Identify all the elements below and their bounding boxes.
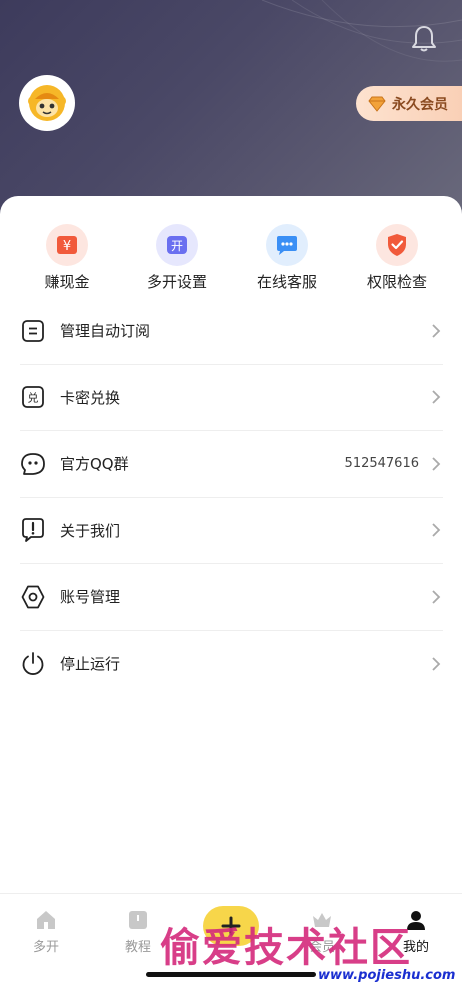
- monkey-avatar-icon: [28, 85, 66, 121]
- home-icon: [37, 911, 55, 929]
- tab-membership[interactable]: 会员: [292, 908, 352, 955]
- tab-label: 会员: [308, 940, 335, 955]
- menu-item-label: 官方QQ群: [60, 455, 129, 474]
- chevron-right-icon: [429, 324, 443, 338]
- tab-label: 教程: [124, 940, 151, 955]
- chevron-right-icon: [429, 523, 443, 537]
- tab-label: 多开: [32, 940, 59, 955]
- power-icon: [20, 651, 46, 677]
- menu-item-account-management[interactable]: 账号管理: [20, 564, 443, 631]
- menu-item-about-us[interactable]: 关于我们: [20, 498, 443, 564]
- tab-label: 我的: [402, 940, 429, 955]
- chevron-right-icon: [429, 657, 443, 671]
- svg-text:兑: 兑: [28, 391, 39, 405]
- menu-item-label: 卡密兑换: [60, 388, 121, 407]
- chat-icon: [266, 224, 308, 266]
- settings-icon: [20, 584, 46, 610]
- menu-item-auto-subscription[interactable]: 管理自动订阅: [20, 298, 443, 365]
- menu-item-stop-running[interactable]: 停止运行: [20, 631, 443, 698]
- menu-item-card-redeem[interactable]: 兑 卡密兑换: [20, 365, 443, 431]
- quick-actions: ¥ 赚现金 开 多开设置 在线客服 权限检查: [0, 224, 462, 294]
- quick-action-label: 赚现金: [44, 273, 90, 291]
- redeem-icon: 兑: [20, 384, 46, 410]
- menu-item-label: 账号管理: [60, 588, 121, 607]
- chevron-right-icon: [429, 590, 443, 604]
- add-button[interactable]: [203, 906, 259, 946]
- menu-item-label: 管理自动订阅: [60, 322, 151, 341]
- menu-item-label: 停止运行: [60, 655, 121, 674]
- svg-text:¥: ¥: [63, 239, 71, 254]
- quick-action-earn-cash[interactable]: ¥ 赚现金: [12, 224, 122, 294]
- menu-item-qq-group[interactable]: 官方QQ群 512547616: [20, 431, 443, 498]
- vip-label: 永久会员: [392, 96, 448, 113]
- chevron-right-icon: [429, 390, 443, 404]
- quick-action-multi-open[interactable]: 开 多开设置: [122, 224, 232, 294]
- chevron-right-icon: [429, 457, 443, 471]
- shield-check-icon: [376, 224, 418, 266]
- user-icon: [407, 911, 425, 930]
- yuan-icon: ¥: [46, 224, 88, 266]
- tab-multi-open[interactable]: 多开: [16, 908, 76, 955]
- open-icon: 开: [156, 224, 198, 266]
- qq-icon: [20, 451, 46, 477]
- watermark-url: www.pojieshu.com: [318, 968, 456, 983]
- quick-action-label: 多开设置: [146, 273, 207, 291]
- list-icon: [20, 318, 46, 344]
- qq-group-number: 512547616: [344, 456, 419, 472]
- crown-icon: [313, 913, 331, 927]
- info-icon: [20, 517, 46, 543]
- diamond-icon: [368, 96, 386, 112]
- settings-menu: 管理自动订阅 兑 卡密兑换 官方QQ群 512547616 关于我们 账号管理 …: [20, 298, 443, 697]
- quick-action-label: 在线客服: [256, 273, 317, 291]
- book-icon: [129, 911, 147, 929]
- vip-badge[interactable]: 永久会员: [356, 86, 462, 121]
- bottom-tab-bar: 多开 教程 会员 我的: [0, 893, 462, 1000]
- avatar[interactable]: [19, 75, 75, 131]
- tab-tutorial[interactable]: 教程: [108, 908, 168, 955]
- quick-action-permission-check[interactable]: 权限检查: [342, 224, 452, 294]
- content-sheet: ¥ 赚现金 开 多开设置 在线客服 权限检查 管理自动订阅 兑 卡密兑换 官方Q…: [0, 196, 462, 896]
- tab-mine[interactable]: 我的: [386, 908, 446, 955]
- svg-text:开: 开: [171, 239, 183, 253]
- quick-action-support[interactable]: 在线客服: [232, 224, 342, 294]
- add-icon: [221, 916, 241, 936]
- menu-item-label: 关于我们: [60, 521, 121, 540]
- quick-action-label: 权限检查: [366, 273, 427, 291]
- bell-icon[interactable]: [408, 22, 440, 54]
- home-indicator[interactable]: [146, 972, 316, 977]
